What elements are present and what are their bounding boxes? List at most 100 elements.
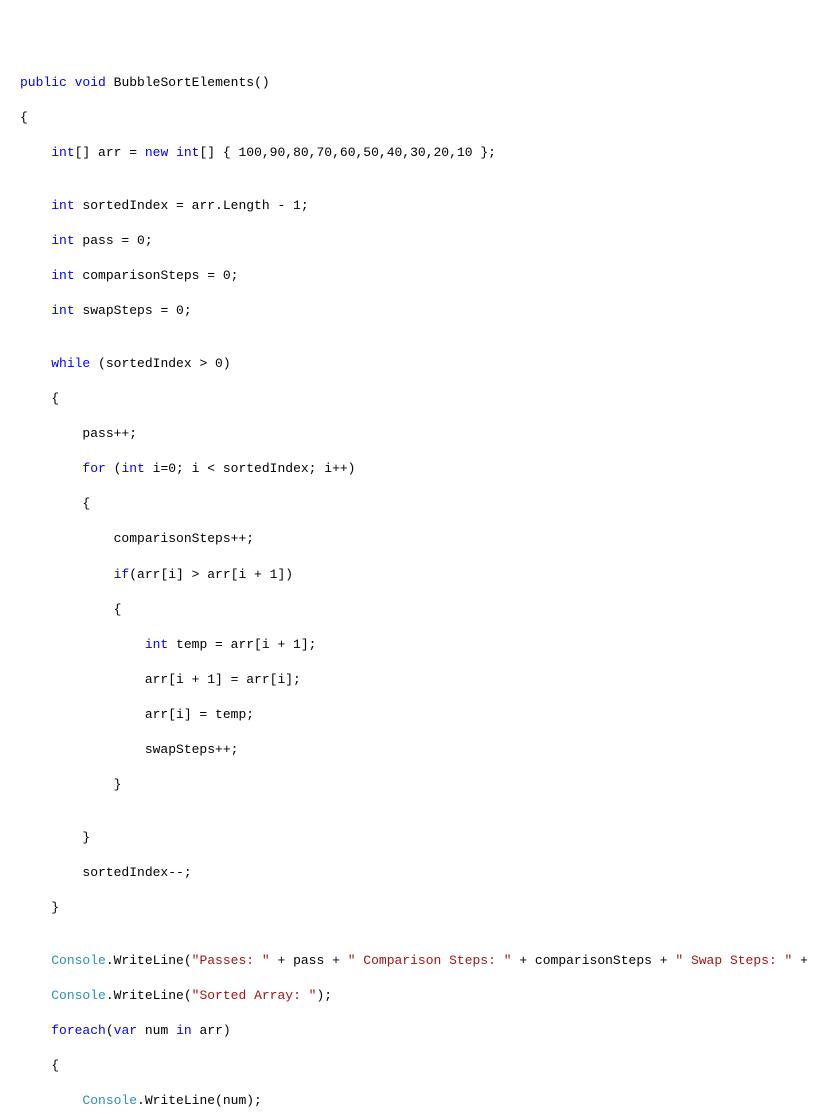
token-kw: in bbox=[176, 1023, 192, 1038]
code-line[interactable]: int temp = arr[i + 1]; bbox=[8, 636, 808, 654]
token-kw: int bbox=[51, 145, 74, 160]
indent bbox=[20, 268, 51, 283]
token-ident: [] { 100,90,80,70,60,50,40,30,20,10 }; bbox=[199, 145, 495, 160]
code-line[interactable]: while (sortedIndex > 0) bbox=[8, 355, 808, 373]
token-ident: temp = arr[i + 1]; bbox=[168, 637, 316, 652]
indent bbox=[20, 145, 51, 160]
indent bbox=[20, 567, 114, 582]
indent bbox=[20, 531, 114, 546]
code-line[interactable]: public void BubbleSortElements() bbox=[8, 74, 808, 92]
token-str: "Sorted Array: " bbox=[192, 988, 317, 1003]
code-line[interactable]: int[] arr = new int[] { 100,90,80,70,60,… bbox=[8, 144, 808, 162]
token-str: " Comparison Steps: " bbox=[348, 953, 512, 968]
code-line[interactable]: int sortedIndex = arr.Length - 1; bbox=[8, 197, 808, 215]
indent bbox=[20, 356, 51, 371]
code-line[interactable]: if(arr[i] > arr[i + 1]) bbox=[8, 566, 808, 584]
indent bbox=[20, 1058, 51, 1073]
token-ident: swapSteps++; bbox=[145, 742, 239, 757]
token-punc: { bbox=[51, 1058, 59, 1073]
token-ident: + comparisonSteps + bbox=[512, 953, 676, 968]
code-line[interactable]: { bbox=[8, 495, 808, 513]
token-kw: int bbox=[51, 198, 74, 213]
token-ident: pass = 0; bbox=[75, 233, 153, 248]
indent bbox=[20, 602, 114, 617]
token-ident: sortedIndex--; bbox=[82, 865, 191, 880]
indent bbox=[20, 865, 82, 880]
token-ident: sortedIndex = arr.Length - 1; bbox=[75, 198, 309, 213]
token-ident: (arr[i] > arr[i + 1]) bbox=[129, 567, 293, 582]
token-ident: i=0; i < sortedIndex; i++) bbox=[145, 461, 356, 476]
token-ident: comparisonSteps++; bbox=[114, 531, 254, 546]
token-kw: foreach bbox=[51, 1023, 106, 1038]
token-kw: void bbox=[75, 75, 106, 90]
token-ident: arr[i] = temp; bbox=[145, 707, 254, 722]
token-punc: { bbox=[20, 110, 28, 125]
code-line[interactable]: comparisonSteps++; bbox=[8, 530, 808, 548]
code-line[interactable]: { bbox=[8, 109, 808, 127]
token-kw: int bbox=[51, 233, 74, 248]
token-kw: int bbox=[51, 268, 74, 283]
indent bbox=[20, 391, 51, 406]
indent bbox=[20, 707, 145, 722]
code-line[interactable]: for (int i=0; i < sortedIndex; i++) bbox=[8, 460, 808, 478]
code-line[interactable]: { bbox=[8, 1057, 808, 1075]
token-punc: { bbox=[82, 496, 90, 511]
code-line[interactable]: int pass = 0; bbox=[8, 232, 808, 250]
token-punc: } bbox=[114, 777, 122, 792]
token-kw: new bbox=[145, 145, 168, 160]
code-line[interactable]: swapSteps++; bbox=[8, 741, 808, 759]
token-ident: arr[i + 1] = arr[i]; bbox=[145, 672, 301, 687]
code-line[interactable]: arr[i + 1] = arr[i]; bbox=[8, 671, 808, 689]
code-line[interactable]: Console.WriteLine("Sorted Array: "); bbox=[8, 987, 808, 1005]
code-line[interactable]: sortedIndex--; bbox=[8, 864, 808, 882]
code-line[interactable]: foreach(var num in arr) bbox=[8, 1022, 808, 1040]
indent bbox=[20, 1023, 51, 1038]
token-ident: + swapSteps); bbox=[792, 953, 816, 968]
indent bbox=[20, 830, 82, 845]
token-ident: num bbox=[137, 1023, 176, 1038]
code-line[interactable]: { bbox=[8, 601, 808, 619]
token-kw: int bbox=[51, 303, 74, 318]
code-line[interactable]: } bbox=[8, 776, 808, 794]
token-ident: comparisonSteps = 0; bbox=[75, 268, 239, 283]
code-line[interactable]: } bbox=[8, 829, 808, 847]
indent bbox=[20, 233, 51, 248]
indent bbox=[20, 672, 145, 687]
token-ident: ( bbox=[106, 461, 122, 476]
token-ident: (sortedIndex > 0) bbox=[90, 356, 230, 371]
token-kw: int bbox=[121, 461, 144, 476]
token-kw: if bbox=[114, 567, 130, 582]
code-line[interactable]: int comparisonSteps = 0; bbox=[8, 267, 808, 285]
token-kw: int bbox=[176, 145, 199, 160]
token-kw: for bbox=[82, 461, 105, 476]
token-punc: } bbox=[51, 900, 59, 915]
code-line[interactable]: int swapSteps = 0; bbox=[8, 302, 808, 320]
code-line[interactable]: pass++; bbox=[8, 425, 808, 443]
token-str: "Passes: " bbox=[192, 953, 270, 968]
token-ident: BubbleSortElements() bbox=[114, 75, 270, 90]
code-line[interactable]: { bbox=[8, 390, 808, 408]
code-line[interactable]: Console.WriteLine("Passes: " + pass + " … bbox=[8, 952, 808, 970]
token-kw: public bbox=[20, 75, 67, 90]
indent bbox=[20, 900, 51, 915]
token-ident: swapSteps = 0; bbox=[75, 303, 192, 318]
indent bbox=[20, 426, 82, 441]
token-punc: { bbox=[114, 602, 122, 617]
indent bbox=[20, 496, 82, 511]
indent bbox=[20, 988, 51, 1003]
code-line[interactable]: Console.WriteLine(num); bbox=[8, 1092, 808, 1110]
token-kw: while bbox=[51, 356, 90, 371]
code-line[interactable]: arr[i] = temp; bbox=[8, 706, 808, 724]
code-editor[interactable]: public void BubbleSortElements() { int[]… bbox=[8, 74, 808, 1114]
token-ident: + pass + bbox=[270, 953, 348, 968]
code-line[interactable]: } bbox=[8, 899, 808, 917]
token-ident: pass++; bbox=[82, 426, 137, 441]
indent bbox=[20, 1093, 82, 1108]
token-ident: .WriteLine( bbox=[106, 953, 192, 968]
token-type: Console bbox=[82, 1093, 137, 1108]
token-str: " Swap Steps: " bbox=[675, 953, 792, 968]
token-kw: var bbox=[114, 1023, 137, 1038]
token-sp bbox=[106, 75, 114, 90]
token-ident: arr) bbox=[192, 1023, 231, 1038]
indent bbox=[20, 953, 51, 968]
